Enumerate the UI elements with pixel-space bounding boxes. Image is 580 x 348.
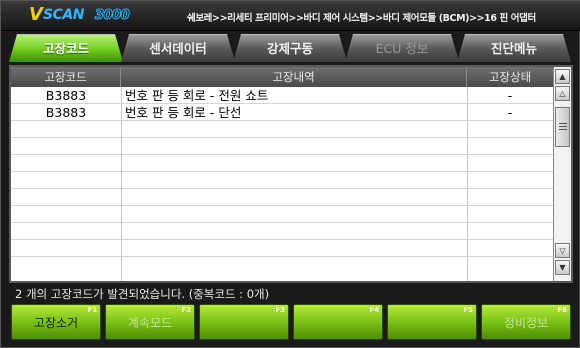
- continuous-mode-button[interactable]: 계속모드 F2: [105, 304, 195, 340]
- empty-row: [11, 206, 553, 223]
- down-arrow-icon[interactable]: ▽: [555, 243, 570, 258]
- fault-description-cell: 번호 판 등 회로 - 전원 쇼트: [125, 88, 269, 103]
- function-key-hint: F6: [557, 306, 567, 314]
- function-key-hint: F5: [463, 306, 473, 314]
- empty-row: [11, 121, 553, 138]
- service-info-button[interactable]: 정비정보 F6: [481, 304, 571, 340]
- status-message: 2 개의 고장코드가 발견되었습니다. (중복코드 : 0개): [15, 287, 270, 301]
- empty-row: [11, 138, 553, 155]
- scrollbar-thumb[interactable]: [555, 107, 570, 147]
- table-body: B3883 번호 판 등 회로 - 전원 쇼트 - B3883 번호 판 등 회…: [11, 87, 553, 281]
- empty-row: [11, 189, 553, 206]
- logo-text: SCAN: [43, 7, 84, 23]
- function-key-hint: F3: [275, 306, 285, 314]
- grip-line: [559, 129, 567, 130]
- tab-sensor-data[interactable]: 센서데이터: [121, 34, 235, 62]
- fault-description-cell: 번호 판 등 회로 - 단선: [125, 105, 242, 120]
- logo-number: 3000: [94, 8, 130, 24]
- function-key-hint: F1: [87, 306, 97, 314]
- fault-status-cell: -: [507, 105, 513, 120]
- column-header-code[interactable]: 고장코드: [11, 67, 121, 87]
- empty-row: [11, 240, 553, 257]
- table-row[interactable]: B3883 번호 판 등 회로 - 단선 -: [11, 104, 553, 121]
- fault-code-cell: B3883: [45, 105, 87, 120]
- up-arrow-icon[interactable]: △: [555, 86, 570, 101]
- function-key-bar: 고장소거 F1 계속모드 F2 F3 F4 F5 정비정보 F6: [11, 304, 573, 340]
- button-label: 정비정보: [503, 316, 549, 330]
- logo-mark: V: [29, 4, 43, 25]
- fault-code-cell: B3883: [45, 88, 87, 103]
- fault-status-cell: -: [507, 88, 513, 103]
- double-up-arrow-icon[interactable]: ▲: [555, 69, 570, 84]
- button-label: 계속모드: [127, 316, 173, 330]
- function-key-hint: F2: [181, 306, 191, 314]
- empty-row: [11, 172, 553, 189]
- empty-row: [11, 155, 553, 172]
- tab-ecu-info[interactable]: ECU 정보: [345, 34, 459, 62]
- f3-button[interactable]: F3: [199, 304, 289, 340]
- fault-code-table: 고장코드 고장내역 고장상태 B3883 번호 판 등 회로 - 전원 쇼트 -…: [9, 65, 573, 283]
- f5-button[interactable]: F5: [387, 304, 477, 340]
- app-window: V SCAN 3000 쉐보레>>리세티 프리미어>>바디 제어 시스템>>바디…: [0, 0, 580, 348]
- function-key-hint: F4: [369, 306, 379, 314]
- empty-row: [11, 223, 553, 240]
- double-down-arrow-icon[interactable]: ▼: [555, 260, 570, 275]
- column-header-description[interactable]: 고장내역: [121, 67, 467, 87]
- clear-faults-button[interactable]: 고장소거 F1: [11, 304, 101, 340]
- breadcrumb: 쉐보레>>리세티 프리미어>>바디 제어 시스템>>바디 제어모듈 (BCM)>…: [187, 13, 536, 24]
- column-header-status[interactable]: 고장상태: [467, 67, 553, 87]
- grip-line: [559, 126, 567, 127]
- table-row[interactable]: B3883 번호 판 등 회로 - 전원 쇼트 -: [11, 87, 553, 104]
- vertical-scrollbar[interactable]: ▲ △ ▽ ▼: [553, 67, 571, 281]
- f4-button[interactable]: F4: [293, 304, 383, 340]
- title-bar: V SCAN 3000 쉐보레>>리세티 프리미어>>바디 제어 시스템>>바디…: [1, 1, 580, 31]
- tab-actuation-test[interactable]: 강제구동: [233, 34, 347, 62]
- empty-row: [11, 257, 553, 274]
- button-label: 고장소거: [33, 316, 79, 330]
- table-header: 고장코드 고장내역 고장상태: [11, 67, 553, 87]
- grip-line: [559, 123, 567, 124]
- tab-diagnostic-menu[interactable]: 진단메뉴: [457, 34, 571, 62]
- tab-bar: 고장코드 센서데이터 강제구동 ECU 정보 진단메뉴: [9, 34, 573, 62]
- tab-fault-codes[interactable]: 고장코드: [9, 34, 123, 62]
- app-logo: V SCAN 3000: [29, 4, 145, 27]
